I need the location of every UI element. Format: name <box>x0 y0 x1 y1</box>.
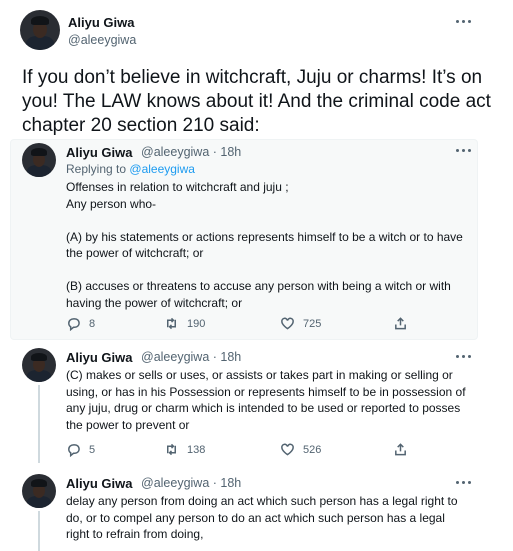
retweet-button[interactable]: 190 <box>164 316 205 331</box>
retweet-button[interactable]: 138 <box>164 442 205 457</box>
retweet-count: 138 <box>187 443 206 456</box>
heart-icon <box>281 317 294 330</box>
tweet-2-text: (C) makes or sells or uses, or assists o… <box>66 368 466 432</box>
share-button[interactable] <box>393 316 408 331</box>
reply-count: 8 <box>89 317 96 330</box>
thread-line <box>38 511 40 551</box>
like-button[interactable]: 725 <box>280 316 321 331</box>
replying-handle-link[interactable]: @aleeygiwa <box>129 162 195 176</box>
header-avatar[interactable] <box>20 10 60 50</box>
thread-line <box>38 385 40 463</box>
reply-count: 5 <box>89 443 96 456</box>
more-icon[interactable] <box>456 355 471 358</box>
tweet-3-avatar[interactable] <box>22 474 56 508</box>
tweet-1-name[interactable]: Aliyu Giwa <box>66 145 132 160</box>
heart-icon <box>281 443 294 456</box>
retweet-icon <box>167 317 176 330</box>
tweet-2-handle-time[interactable]: @aleeygiwa · 18h <box>141 350 241 364</box>
tweet-1-handle-time[interactable]: @aleeygiwa · 18h <box>141 145 241 159</box>
tweet-2-name[interactable]: Aliyu Giwa <box>66 350 132 365</box>
reply-button[interactable]: 8 <box>66 316 95 331</box>
replying-prefix: Replying to <box>66 162 127 176</box>
tweet-1-replying: Replying to @aleeygiwa <box>66 162 195 176</box>
share-icon <box>395 443 406 456</box>
reply-icon <box>68 318 80 331</box>
header-handle[interactable]: @aleeygiwa <box>68 33 136 47</box>
tweet-3-handle-time[interactable]: @aleeygiwa · 18h <box>141 476 241 490</box>
tweet-2-avatar[interactable] <box>22 348 56 382</box>
retweet-icon <box>167 443 176 456</box>
reply-button[interactable]: 5 <box>66 442 95 457</box>
tweet-1-text: Offenses in relation to witchcraft and j… <box>66 180 463 310</box>
tweet-3-text: delay any person from doing an act which… <box>66 494 458 541</box>
like-count: 725 <box>303 317 322 330</box>
share-icon <box>395 317 406 330</box>
tweet-3-name[interactable]: Aliyu Giwa <box>66 476 132 491</box>
header-name[interactable]: Aliyu Giwa <box>68 15 134 30</box>
more-icon[interactable] <box>456 481 471 484</box>
like-count: 526 <box>303 443 322 456</box>
tweet-1-avatar[interactable] <box>22 143 56 177</box>
more-icon[interactable] <box>456 20 471 23</box>
retweet-count: 190 <box>187 317 206 330</box>
reply-icon <box>68 444 80 457</box>
share-button[interactable] <box>393 442 408 457</box>
main-tweet-text: If you don’t believe in witchcraft, Juju… <box>22 67 491 136</box>
more-icon[interactable] <box>456 149 471 152</box>
like-button[interactable]: 526 <box>280 442 321 457</box>
